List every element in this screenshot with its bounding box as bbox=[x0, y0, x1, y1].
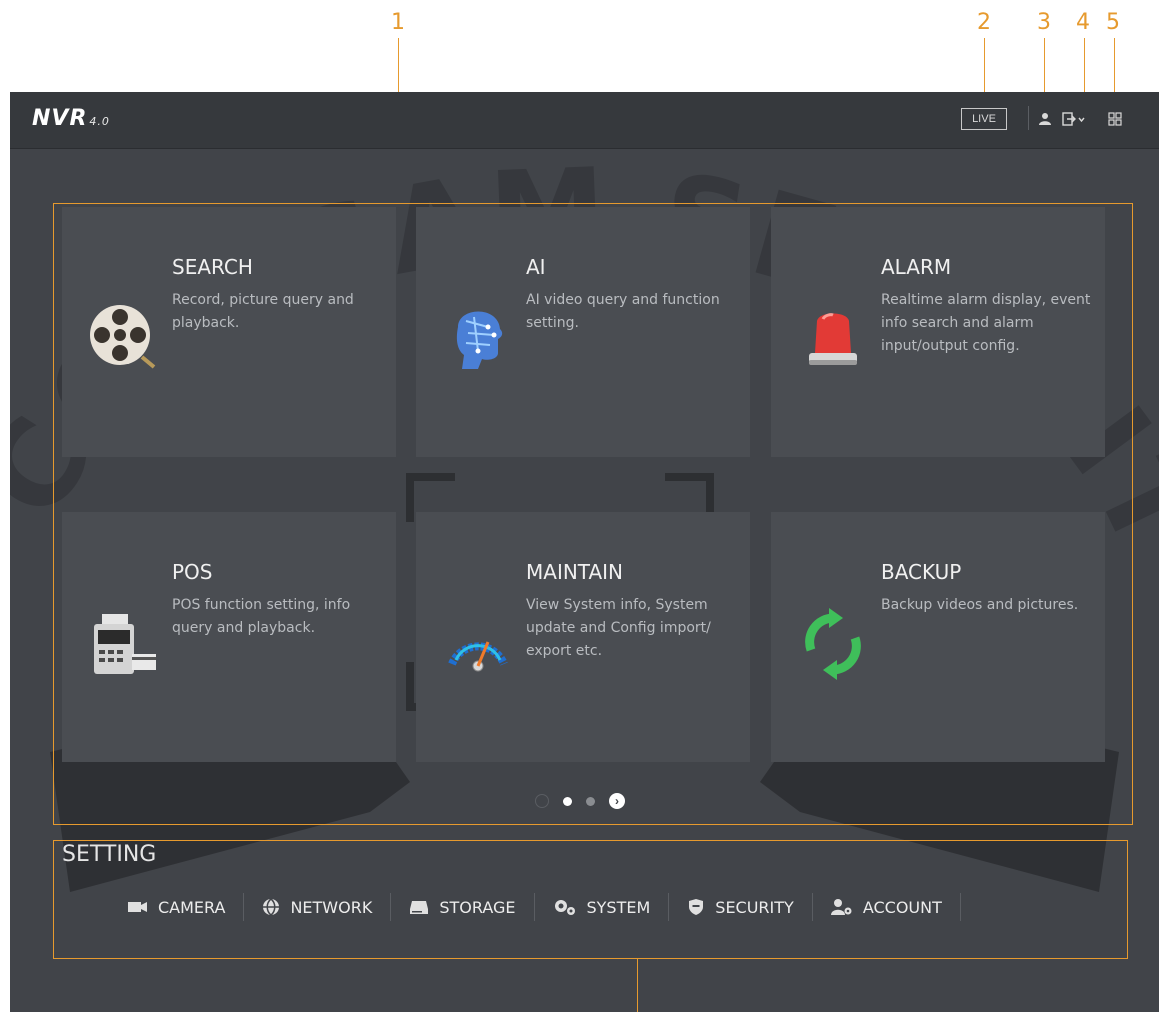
callout-3-leader bbox=[1044, 38, 1045, 100]
callout-2: 2 bbox=[977, 10, 991, 35]
live-button[interactable]: LIVE bbox=[961, 108, 1007, 130]
callout-box-setting-bar bbox=[53, 840, 1128, 959]
setting-box-leader bbox=[637, 958, 638, 1012]
callout-1: 1 bbox=[391, 10, 405, 35]
top-bar: NVR 4.0 LIVE bbox=[10, 92, 1159, 149]
callout-5: 5 bbox=[1106, 10, 1120, 35]
logo-text: NVR bbox=[32, 106, 88, 131]
callout-4: 4 bbox=[1076, 10, 1090, 35]
callout-3: 3 bbox=[1037, 10, 1051, 35]
topbar-divider bbox=[1028, 106, 1029, 130]
user-icon[interactable] bbox=[1034, 108, 1056, 130]
callout-box-function-tiles bbox=[53, 203, 1133, 825]
callout-5-leader bbox=[1114, 38, 1115, 100]
nvr-logo: NVR 4.0 bbox=[32, 106, 110, 131]
logout-icon[interactable] bbox=[1060, 108, 1088, 130]
callout-4-leader bbox=[1084, 38, 1085, 100]
logo-version: 4.0 bbox=[89, 115, 110, 128]
grid-icon[interactable] bbox=[1104, 108, 1126, 130]
